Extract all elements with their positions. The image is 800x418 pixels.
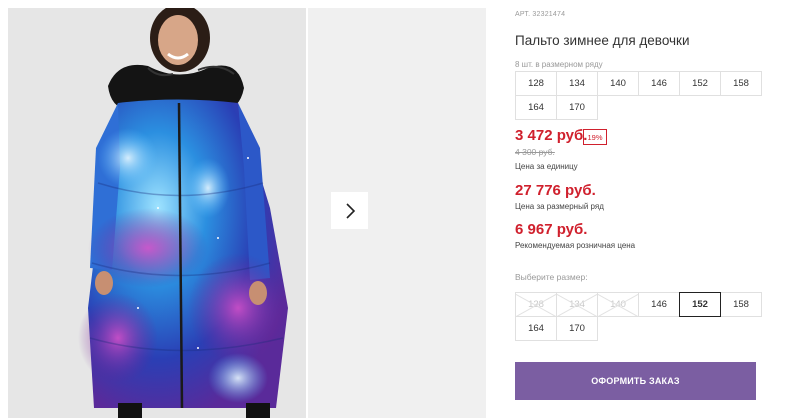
size-row-item: 152	[679, 71, 721, 96]
product-photo-illustration	[8, 8, 306, 418]
chevron-right-icon	[344, 202, 356, 219]
product-title: Пальто зимнее для девочки	[515, 33, 690, 48]
row-price: 27 776 руб.	[515, 182, 596, 199]
size-row-note: 8 шт. в размерном ряду	[515, 60, 603, 69]
unit-price: 3 472 руб.	[515, 127, 588, 144]
size-row-item: 170	[556, 95, 598, 120]
discount-badge: 19%	[583, 129, 607, 145]
size-row-grid: 128 134 140 146 152 158 164 170	[515, 71, 762, 120]
retail-price: 6 967 руб.	[515, 221, 588, 238]
unit-price-label: Цена за единицу	[515, 162, 578, 171]
order-button[interactable]: ОФОРМИТЬ ЗАКАЗ	[515, 362, 756, 400]
article-number: АРТ. 32321474	[515, 11, 566, 18]
size-option-140: 140	[597, 292, 639, 317]
old-price: 4 300 руб.	[515, 147, 555, 157]
size-selector: 128 134 140 146 152 158 164 170	[515, 292, 762, 341]
size-option-134: 134	[556, 292, 598, 317]
product-photo[interactable]	[8, 8, 306, 418]
size-row-item: 158	[720, 71, 762, 96]
size-row-item: 164	[515, 95, 557, 120]
size-option-164[interactable]: 164	[515, 316, 557, 341]
size-option-128: 128	[515, 292, 557, 317]
size-row-item: 146	[638, 71, 680, 96]
size-option-158[interactable]: 158	[720, 292, 762, 317]
size-row-item: 134	[556, 71, 598, 96]
row-price-label: Цена за размерный ряд	[515, 202, 604, 211]
size-option-170[interactable]: 170	[556, 316, 598, 341]
gallery-next-button[interactable]	[331, 192, 368, 229]
size-option-152[interactable]: 152	[679, 292, 721, 317]
choose-size-label: Выберите размер:	[515, 272, 588, 282]
size-option-146[interactable]: 146	[638, 292, 680, 317]
size-row-item: 140	[597, 71, 639, 96]
retail-price-label: Рекомендуемая розничная цена	[515, 241, 636, 250]
size-row-item: 128	[515, 71, 557, 96]
